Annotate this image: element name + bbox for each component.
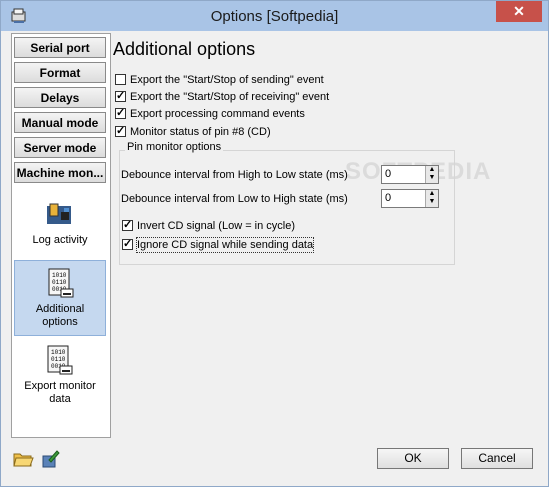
options-panel: Additional options SOFTPEDIA Export the … (113, 33, 541, 436)
pin-monitor-group-title: Pin monitor options (125, 141, 224, 153)
log-activity-icon (47, 203, 71, 224)
low-high-label: Debounce interval from Low to High state… (121, 193, 348, 205)
additional-options-label-2: options (42, 316, 78, 328)
monitor-pin-label: Monitor status of pin #8 (CD) (130, 126, 271, 138)
checkbox-box[interactable]: ✓ (122, 238, 133, 250)
check-mark-icon: ✓ (116, 107, 126, 119)
checkbox-box[interactable]: ✓ (122, 219, 133, 231)
dialog-client: Serial port Format Delays Manual mode Se… (8, 31, 541, 478)
svg-text:1010: 1010 (51, 349, 66, 356)
check-mark-icon: ✓ (116, 90, 126, 102)
high-low-label: Debounce interval from High to Low state… (121, 169, 348, 181)
options-window: Options [Softpedia] ✕ Serial port Format… (0, 0, 549, 487)
nav-machine-monitor[interactable]: Machine mon... (14, 162, 106, 183)
nav-serial-port[interactable]: Serial port (14, 37, 106, 58)
save-settings-icon[interactable] (39, 447, 63, 471)
title-bar[interactable]: Options [Softpedia] ✕ (1, 1, 548, 31)
export-monitor-label-2: data (49, 393, 71, 405)
close-button[interactable]: ✕ (496, 1, 542, 22)
spin-arrows-icon[interactable]: ▲ ▼ (425, 190, 438, 207)
additional-options-label-1: Additional (35, 303, 85, 315)
export-processing-label: Export processing command events (130, 108, 305, 120)
ignore-cd-label: Ignore CD signal while sending data (135, 237, 315, 253)
low-high-value[interactable]: 0 (385, 192, 391, 204)
invert-cd-label: Invert CD signal (Low = in cycle) (137, 220, 296, 232)
nav-server-mode[interactable]: Server mode (14, 137, 106, 158)
ok-button[interactable]: OK (377, 448, 449, 469)
log-activity-label: Log activity (32, 234, 88, 246)
low-high-stepper[interactable]: 0 ▲ ▼ (381, 189, 439, 208)
check-mark-icon: ✓ (123, 219, 133, 231)
checkbox-box[interactable]: ✓ (115, 90, 126, 102)
export-sending-label: Export the "Start/Stop of sending" event (130, 74, 324, 86)
window-title: Options [Softpedia] (210, 8, 339, 25)
open-folder-icon[interactable] (11, 447, 35, 471)
spin-arrows-icon[interactable]: ▲ ▼ (425, 166, 438, 183)
checkbox-box[interactable]: ✓ (115, 107, 126, 119)
sidebar-item-export-monitor-data[interactable]: 1010 0110 0010 Export monitor data (14, 342, 106, 412)
check-mark-icon: ✓ (123, 238, 133, 250)
svg-text:0110: 0110 (52, 279, 67, 286)
high-low-stepper[interactable]: 0 ▲ ▼ (381, 165, 439, 184)
sidebar: Serial port Format Delays Manual mode Se… (11, 33, 111, 438)
sidebar-item-additional-options[interactable]: 1010 0110 0010 Additional options (14, 260, 106, 336)
nav-delays[interactable]: Delays (14, 87, 106, 108)
additional-options-icon: 1010 0110 0010 (48, 268, 74, 298)
nav-manual-mode[interactable]: Manual mode (14, 112, 106, 133)
export-receiving-label: Export the "Start/Stop of receiving" eve… (130, 91, 330, 103)
check-mark-icon: ✓ (116, 125, 126, 137)
sidebar-item-log-activity[interactable]: Log activity (14, 196, 106, 252)
nav-format[interactable]: Format (14, 62, 106, 83)
checkbox-box[interactable] (115, 74, 126, 85)
export-monitor-icon: 1010 0110 0010 (47, 345, 73, 375)
svg-text:0110: 0110 (51, 356, 66, 363)
cancel-button[interactable]: Cancel (461, 448, 533, 469)
high-low-value[interactable]: 0 (385, 168, 391, 180)
checkbox-box[interactable]: ✓ (115, 125, 126, 137)
page-title: Additional options (113, 39, 256, 59)
svg-text:1010: 1010 (52, 272, 67, 279)
footer-bar: OK Cancel (8, 440, 541, 478)
export-monitor-label-1: Export monitor (24, 380, 96, 392)
